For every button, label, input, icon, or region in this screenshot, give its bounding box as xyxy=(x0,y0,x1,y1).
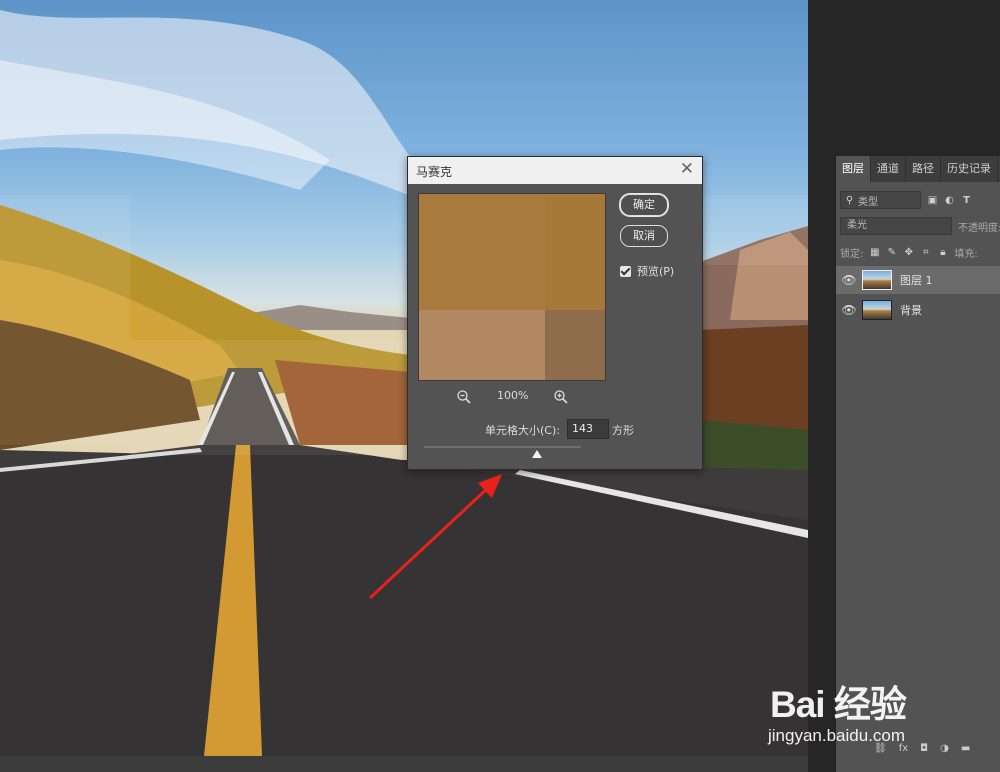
tab-paths[interactable]: 路径 xyxy=(906,156,941,182)
tab-channels[interactable]: 通道 xyxy=(871,156,906,182)
search-icon: ⚲ xyxy=(845,194,854,206)
lock-brush-icon[interactable]: ✎ xyxy=(886,247,897,258)
cell-size-label: 单元格大小(C): xyxy=(485,424,560,437)
lock-label: 锁定: xyxy=(840,248,864,260)
layer-row[interactable]: 👁︎ 图层 1 xyxy=(836,266,1000,294)
preview-cell xyxy=(545,310,605,380)
layer-filter-input[interactable]: ⚲ 类型 xyxy=(840,191,921,209)
zoom-in-icon[interactable] xyxy=(553,389,569,405)
zoom-out-icon[interactable] xyxy=(456,389,472,405)
cell-size-input[interactable]: 143 xyxy=(567,419,609,439)
lock-move-icon[interactable]: ✥ xyxy=(903,247,914,258)
zoom-level: 100% xyxy=(497,389,529,402)
layer-filter-row: ⚲ 类型 ▣ ◐ T xyxy=(840,190,972,210)
filter-preview[interactable] xyxy=(418,193,606,381)
preview-checkbox-row[interactable]: 预览(P) xyxy=(620,263,674,279)
preview-cell xyxy=(419,310,545,380)
baidu-watermark: Bai 经验 jingyan.baidu.com xyxy=(768,666,998,766)
ok-button[interactable]: 确定 xyxy=(620,194,668,216)
watermark-url: jingyan.baidu.com xyxy=(768,726,906,745)
preview-checkbox[interactable] xyxy=(620,265,631,277)
slider-thumb[interactable] xyxy=(532,450,542,458)
tab-layers[interactable]: 图层 xyxy=(836,156,871,182)
mosaic-cell xyxy=(0,195,130,445)
preview-cell xyxy=(545,194,605,310)
preview-cell xyxy=(419,194,545,310)
layer-filter-placeholder: 类型 xyxy=(858,196,878,208)
layer-thumbnail xyxy=(862,270,892,290)
layer-thumbnail xyxy=(862,300,892,320)
pixel-filter-icon[interactable]: ▣ xyxy=(927,195,938,206)
status-bar xyxy=(0,756,808,772)
blend-mode-select[interactable]: 柔光 xyxy=(840,217,952,235)
lock-transparent-icon[interactable]: ▦ xyxy=(869,247,880,258)
cancel-button[interactable]: 取消 xyxy=(620,225,668,247)
lock-artboard-icon[interactable]: ⌗ xyxy=(920,247,931,258)
lock-all-icon[interactable]: 🔒︎ xyxy=(937,247,948,258)
mosaic-cell xyxy=(130,340,410,455)
eye-icon[interactable]: 👁︎ xyxy=(836,273,862,287)
mosaic-cell xyxy=(700,195,808,265)
close-icon[interactable]: ✕ xyxy=(680,159,694,179)
type-filter-icon[interactable]: T xyxy=(961,195,972,206)
lock-row: 锁定: ▦ ✎ ✥ ⌗ 🔒︎ 填充: xyxy=(840,242,978,262)
watermark-logo: Bai 经验 xyxy=(770,684,907,725)
fill-label: 填充: xyxy=(954,248,978,260)
layer-name[interactable]: 图层 1 xyxy=(900,272,933,288)
layer-row[interactable]: 👁︎ 背景 xyxy=(836,296,1000,324)
panel-tabs: 图层 通道 路径 历史记录 xyxy=(836,156,1000,182)
adjustment-filter-icon[interactable]: ◐ xyxy=(944,195,955,206)
layer-name[interactable]: 背景 xyxy=(900,302,922,318)
blend-row: 柔光 不透明度: xyxy=(840,216,1000,236)
dialog-titlebar[interactable]: 马赛克 ✕ xyxy=(408,157,702,184)
dialog-title: 马赛克 xyxy=(416,165,453,179)
mosaic-dialog[interactable]: 马赛克 ✕ 100% 确定 取消 预览(P) 单元格大小(C): 143 方形 xyxy=(407,156,703,470)
cell-size-unit: 方形 xyxy=(612,424,634,437)
tab-history[interactable]: 历史记录 xyxy=(941,156,998,182)
preview-label: 预览(P) xyxy=(637,265,675,278)
cell-size-slider[interactable] xyxy=(424,446,581,448)
opacity-label: 不透明度: xyxy=(958,222,1000,234)
eye-icon[interactable]: 👁︎ xyxy=(836,303,862,317)
